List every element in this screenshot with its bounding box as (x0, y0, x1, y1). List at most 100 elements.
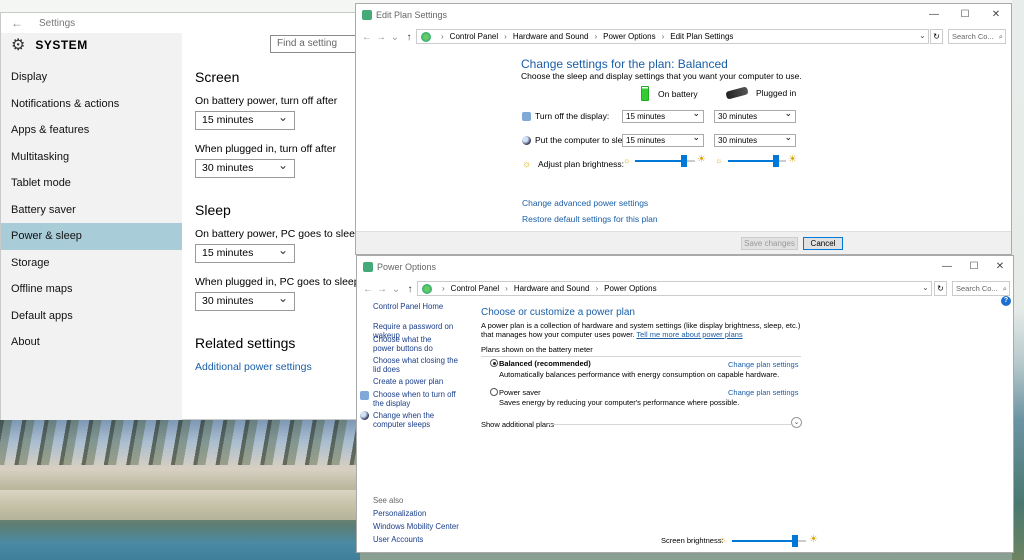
sleep-plugged-dropdown[interactable]: 30 minutes (195, 290, 295, 311)
breadcrumb-hardware-sound[interactable]: Hardware and Sound (514, 284, 590, 293)
restore-defaults-link[interactable]: Restore default settings for this plan (522, 214, 658, 224)
screen-brightness-bar: Screen brightness: ☼ ☀ (657, 534, 827, 549)
mobility-center-link[interactable]: Windows Mobility Center (373, 522, 459, 531)
help-icon[interactable]: ? (1001, 296, 1011, 306)
nav-item-about[interactable]: About (1, 329, 182, 356)
turn-off-display-link[interactable]: Choose when to turn off the display (373, 390, 465, 408)
save-changes-button[interactable]: Save changes (741, 237, 798, 250)
power-saver-radio[interactable] (490, 388, 498, 396)
breadcrumb-control-panel[interactable]: Control Panel (451, 284, 499, 293)
nav-item-notifications[interactable]: Notifications & actions (1, 91, 182, 118)
minimize-icon[interactable]: — (934, 256, 960, 278)
screen-heading: Screen (195, 69, 240, 85)
maximize-icon[interactable]: ☐ (952, 4, 978, 26)
brightness-battery-slider[interactable] (635, 155, 695, 169)
nav-item-offline-maps[interactable]: Offline maps (1, 276, 182, 303)
display-plugged-dropdown[interactable]: 30 minutes (714, 108, 796, 123)
power-options-icon (362, 10, 372, 20)
nav-item-display[interactable]: Display (1, 64, 182, 91)
breadcrumb-control-panel[interactable]: Control Panel (450, 32, 498, 41)
create-power-plan-link[interactable]: Create a power plan (373, 377, 473, 386)
sleep-battery-dropdown[interactable]: 15 minutes (622, 132, 704, 147)
power-buttons-link[interactable]: Choose what the power buttons do (373, 335, 453, 353)
cancel-button[interactable]: Cancel (803, 237, 843, 250)
monitor-icon (360, 391, 369, 400)
refresh-icon[interactable]: ↻ (934, 281, 947, 296)
refresh-icon[interactable]: ↻ (930, 29, 943, 44)
dim-sun-icon: ☼ (719, 535, 727, 544)
screen-brightness-slider[interactable] (732, 535, 806, 549)
nav-item-tablet-mode[interactable]: Tablet mode (1, 170, 182, 197)
recent-dropdown-icon[interactable]: ⌄ (388, 32, 402, 43)
find-setting-input[interactable]: Find a setting (270, 35, 360, 53)
balanced-plan-name: Balanced (recommended) (499, 359, 591, 368)
forward-icon[interactable]: → (374, 32, 388, 43)
maximize-icon[interactable]: ☐ (961, 256, 987, 278)
close-icon[interactable]: ✕ (987, 256, 1013, 278)
nav-item-storage[interactable]: Storage (1, 250, 182, 277)
forward-icon[interactable]: → (375, 284, 389, 295)
breadcrumb-power-options[interactable]: Power Options (603, 32, 655, 41)
nav-item-power-sleep[interactable]: Power & sleep (1, 223, 182, 250)
close-icon[interactable]: ✕ (983, 4, 1009, 26)
brightness-plugged-slider[interactable] (728, 155, 786, 169)
address-dropdown-icon[interactable]: ⌄ (919, 31, 926, 40)
expand-chevron-icon[interactable]: ⌄ (791, 417, 802, 428)
control-panel-icon (422, 283, 432, 294)
search-placeholder: Search Co... (952, 32, 994, 41)
sleep-row: Put the computer to sleep: (522, 135, 634, 145)
breadcrumb[interactable]: › Control Panel › Hardware and Sound › Powe… (417, 281, 932, 296)
power-sleep-content: Screen On battery power, turn off after … (195, 69, 385, 373)
closing-lid-link[interactable]: Choose what closing the lid does (373, 356, 459, 374)
advanced-power-settings-link[interactable]: Change advanced power settings (522, 198, 648, 208)
tell-me-more-link[interactable]: Tell me more about power plans (636, 330, 742, 339)
battery-icon (641, 86, 649, 101)
address-dropdown-icon[interactable]: ⌄ (922, 283, 929, 292)
additional-power-settings-link[interactable]: Additional power settings (195, 361, 355, 373)
settings-titlebar: ← Settings (1, 13, 359, 33)
breadcrumb[interactable]: › Control Panel › Hardware and Sound › Powe… (416, 29, 929, 44)
sleep-plugged-dropdown[interactable]: 30 minutes (714, 132, 796, 147)
settings-nav: Display Notifications & actions Apps & f… (1, 64, 182, 356)
computer-sleeps-link[interactable]: Change when the computer sleeps (373, 411, 465, 429)
power-saver-change-settings-link[interactable]: Change plan settings (728, 388, 798, 397)
power-options-search-input[interactable]: Search Co... ⌕ (952, 281, 1010, 296)
nav-item-apps[interactable]: Apps & features (1, 117, 182, 144)
edit-plan-title: Edit Plan Settings (376, 10, 448, 20)
search-icon: ⌕ (1002, 284, 1007, 293)
back-icon[interactable]: ← (361, 284, 375, 295)
settings-title: Settings (39, 17, 76, 29)
balanced-radio[interactable] (490, 359, 498, 367)
breadcrumb-power-options[interactable]: Power Options (604, 284, 656, 293)
up-icon[interactable]: ↑ (403, 284, 417, 295)
system-header: ⚙ SYSTEM (1, 34, 182, 56)
edit-plan-window: Edit Plan Settings — ☐ ✕ ← → ⌄ ↑ › Contro… (355, 3, 1012, 255)
edit-plan-search-input[interactable]: Search Co... ⌕ (948, 29, 1006, 44)
control-panel-icon (421, 31, 431, 42)
nav-item-multitasking[interactable]: Multitasking (1, 144, 182, 171)
breadcrumb-hardware-sound[interactable]: Hardware and Sound (513, 32, 589, 41)
bright-sun-icon: ☀ (809, 534, 818, 545)
back-icon[interactable]: ← (360, 32, 374, 43)
up-icon[interactable]: ↑ (402, 32, 416, 43)
personalization-link[interactable]: Personalization (373, 509, 426, 518)
screen-battery-dropdown[interactable]: 15 minutes (195, 109, 295, 130)
nav-item-battery-saver[interactable]: Battery saver (1, 197, 182, 224)
nav-item-default-apps[interactable]: Default apps (1, 303, 182, 330)
balanced-plan-desc: Automatically balances performance with … (499, 370, 780, 379)
balanced-change-settings-link[interactable]: Change plan settings (728, 360, 798, 369)
display-battery-dropdown[interactable]: 15 minutes (622, 108, 704, 123)
back-arrow-icon[interactable]: ← (11, 16, 23, 30)
plugged-in-label: Plugged in (756, 88, 797, 98)
minimize-icon[interactable]: — (921, 4, 947, 26)
screen-brightness-label: Screen brightness: (661, 536, 724, 545)
user-accounts-link[interactable]: User Accounts (373, 535, 423, 544)
screen-plugged-dropdown[interactable]: 30 minutes (195, 157, 295, 178)
bright-sun-icon: ☀ (788, 154, 797, 165)
breadcrumb-edit-plan[interactable]: Edit Plan Settings (670, 32, 733, 41)
desktop-wallpaper (0, 420, 360, 560)
show-additional-plans-label[interactable]: Show additional plans (481, 420, 554, 429)
sleep-battery-dropdown[interactable]: 15 minutes (195, 242, 295, 263)
control-panel-home-link[interactable]: Control Panel Home (373, 302, 443, 311)
recent-dropdown-icon[interactable]: ⌄ (389, 284, 403, 295)
